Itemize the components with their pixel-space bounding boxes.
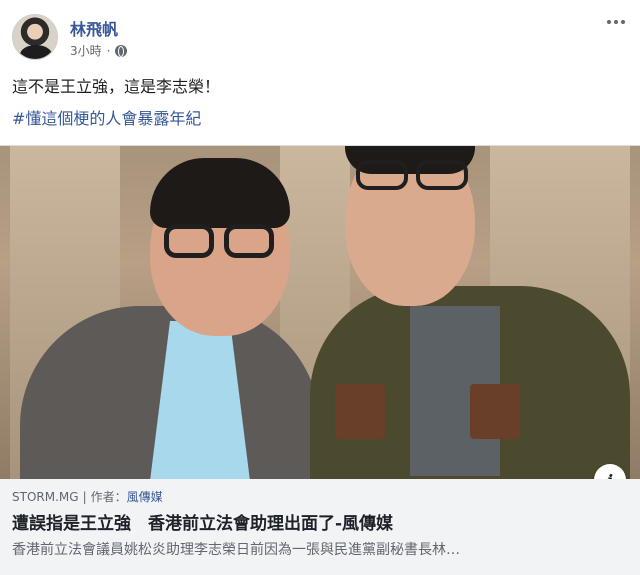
link-description: 香港前立法會議員姚松炎助理李志榮日前因為一張與民進黨副秘書長林… [12,542,460,558]
link-domain: STORM.MG [12,490,79,504]
hashtag-link[interactable]: #懂這個梗的人會暴露年紀 [12,108,201,130]
link-preview-image[interactable] [0,146,640,479]
post-header: 林飛帆 3小時 · [0,0,640,70]
link-preview-card[interactable]: i STORM.MG|作者：風傳媒 遭誤指是王立強 香港前立法會助理出面了-風傳… [0,145,640,575]
link-author[interactable]: 風傳媒 [127,490,163,504]
author-name[interactable]: 林飛帆 [70,16,118,40]
globe-icon[interactable] [115,44,128,57]
post-meta: 3小時 · [70,42,128,59]
source-separator: | [82,490,87,504]
link-caption[interactable]: STORM.MG | 作者：風傳媒 遭誤指是王立強 香港前立法會助理出面了-風傳媒 … [0,479,640,575]
more-options-button[interactable] [604,14,628,30]
author-label: 作者： [90,490,127,504]
post-text: 這不是王立強，這是李志榮！ [12,77,221,96]
post-timestamp[interactable]: 3小時 [70,42,102,59]
avatar[interactable] [12,14,58,60]
link-source-row: STORM.MG | 作者：風傳媒 [12,489,628,505]
more-horizontal-icon [607,20,611,24]
link-title[interactable]: 遭誤指是王立強 香港前立法會助理出面了-風傳媒 [12,513,628,535]
meta-separator: · [106,43,111,58]
